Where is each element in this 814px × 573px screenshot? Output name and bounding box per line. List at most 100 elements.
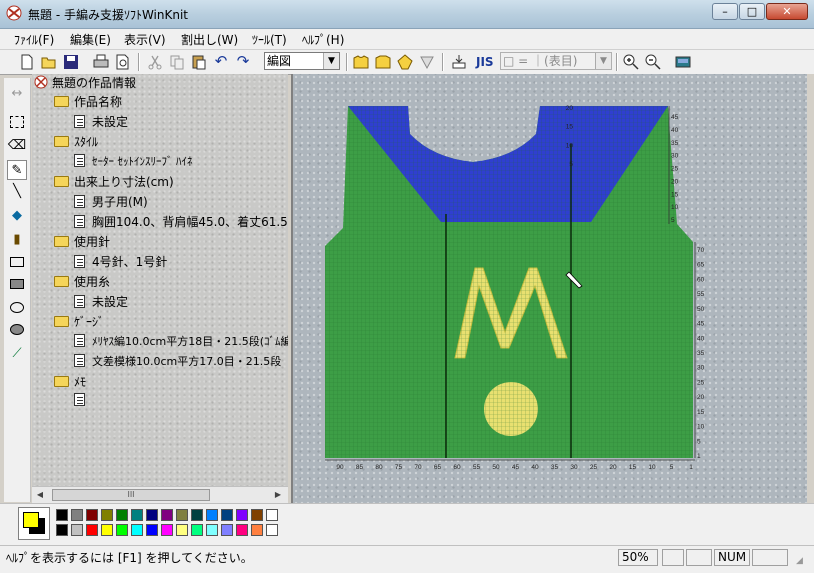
tree-leaf[interactable]: 未設定 [74,293,128,311]
move-arrows-icon[interactable]: ↔ [7,84,27,104]
tree-item-yarn[interactable]: 使用糸 [54,273,110,291]
front-body-icon[interactable] [352,53,370,71]
toolbar: ↶ ↷ 編図 ▼ JIS □ = ｜(表目) ▼ [0,50,814,75]
undo-icon[interactable]: ↶ [212,53,230,71]
minimize-button[interactable]: – [712,3,738,20]
color-swatch[interactable] [206,509,218,521]
color-swatch[interactable] [146,509,158,521]
pencil-icon[interactable]: ✎ [7,160,27,180]
save-icon[interactable] [62,53,80,71]
color-swatch[interactable] [71,524,83,536]
color-swatch[interactable] [176,524,188,536]
color-swatch[interactable] [221,524,233,536]
color-swatch[interactable] [146,524,158,536]
color-swatch[interactable] [116,524,128,536]
color-swatch[interactable] [86,509,98,521]
tree-leaf[interactable]: 4号針、1号針 [74,253,167,271]
color-swatch[interactable] [191,509,203,521]
sweater-pattern-chart[interactable]: 90 85 80 75 70 65 60 55 50 45 40 35 30 25 20 15 10 5 1 454… [293,74,807,503]
open-folder-icon[interactable] [40,53,58,71]
print-icon[interactable] [92,53,110,71]
close-button[interactable]: ✕ [766,3,808,20]
calc-icon[interactable] [450,53,468,71]
tree-item-memo[interactable]: ﾒﾓ [54,373,86,391]
tree-leaf[interactable]: 文差模様10.0cm平方17.0目・21.5段 [74,353,281,371]
menu-help[interactable]: ﾍﾙﾌﾟ(H) [302,31,344,48]
color-swatch[interactable] [176,509,188,521]
filled-rectangle-icon[interactable] [7,274,27,294]
ellipse-icon[interactable] [7,298,27,318]
tree-leaf[interactable]: ｾｰﾀｰ ｾｯﾄｲﾝｽﾘｰﾌﾞ ﾊｲﾈ [74,153,193,171]
color-swatch[interactable] [101,524,113,536]
scroll-left-icon[interactable]: ◀ [34,489,46,501]
color-swatch[interactable] [251,509,263,521]
menu-calculate[interactable]: 割出し(W) [181,31,238,48]
menu-edit[interactable]: 編集(E) [70,31,111,48]
eyedropper-icon[interactable]: ⟋ [7,344,27,364]
color-swatch[interactable] [266,509,278,521]
line-icon[interactable]: ╲ [7,182,27,202]
current-color-indicator[interactable] [18,507,50,540]
tree-leaf[interactable]: 男子用(M) [74,193,148,211]
knit-chart-canvas[interactable]: 90 85 80 75 70 65 60 55 50 45 40 35 30 25 20 15 10 5 1 45 4… [291,74,807,503]
tree-leaf[interactable]: 未設定 [74,113,128,131]
color-swatch[interactable] [221,509,233,521]
redo-icon[interactable]: ↷ [234,53,252,71]
eraser-icon[interactable]: ⌫ [7,136,27,156]
zoom-in-icon[interactable] [622,53,640,71]
tree-leaf[interactable] [74,393,92,411]
brush-icon[interactable]: ▮ [7,230,27,250]
symbol-select[interactable]: □ = ｜(表目) ▼ [500,52,612,70]
scroll-right-icon[interactable]: ▶ [272,489,284,501]
tree-item-size[interactable]: 出来上り寸法(cm) [54,173,174,191]
color-swatch[interactable] [131,509,143,521]
new-file-icon[interactable] [18,53,36,71]
foreground-color-swatch[interactable] [23,512,39,528]
tree-leaf[interactable]: ﾒﾘﾔｽ編10.0cm平方18目・21.5段(ｺﾞﾑ編 [74,333,288,351]
collar-icon[interactable] [418,53,436,71]
tree-item-title[interactable]: 作品名称 [54,93,122,111]
color-swatch[interactable] [206,524,218,536]
tree-leaf[interactable]: 胸囲104.0、背肩幅45.0、着丈61.5、袖丈 [74,213,288,231]
menu-view[interactable]: 表示(V) [124,31,166,48]
resize-grip-icon[interactable]: ◢ [796,556,808,568]
paste-icon[interactable] [190,53,208,71]
copy-icon[interactable] [168,53,186,71]
axis-tick-label: 35 [671,140,679,147]
sleeve-icon[interactable] [396,53,414,71]
color-swatch[interactable] [236,524,248,536]
tree-item-style[interactable]: ｽﾀｲﾙ [54,133,98,151]
tree-item-gauge[interactable]: ｹﾞｰｼﾞ [54,313,104,331]
rectangle-icon[interactable] [7,252,27,272]
menu-tools[interactable]: ﾂｰﾙ(T) [252,31,287,48]
zoom-out-icon[interactable] [644,53,662,71]
color-swatch[interactable] [191,524,203,536]
select-rect-icon[interactable] [7,112,27,132]
color-swatch[interactable] [266,524,278,536]
knit-machine-icon[interactable] [674,53,692,71]
tree-leaf-label: 未設定 [92,115,129,129]
color-swatch[interactable] [161,509,173,521]
filled-ellipse-icon[interactable] [7,320,27,340]
color-swatch[interactable] [56,524,68,536]
back-body-icon[interactable] [374,53,392,71]
maximize-button[interactable]: □ [739,3,765,20]
cut-icon[interactable] [146,53,164,71]
color-swatch[interactable] [161,524,173,536]
color-swatch[interactable] [56,509,68,521]
tree-item-needle[interactable]: 使用針 [54,233,110,251]
color-swatch[interactable] [116,509,128,521]
menu-file[interactable]: ﾌｧｲﾙ(F) [14,31,54,48]
scroll-thumb[interactable]: III [52,489,210,501]
view-select[interactable]: 編図 ▼ [264,52,340,70]
tree-root[interactable]: 無題の作品情報 [34,74,136,92]
tree-horizontal-scrollbar[interactable]: ◀ III ▶ [32,486,288,504]
color-swatch[interactable] [71,509,83,521]
fill-bucket-icon[interactable]: ◆ [7,206,27,226]
print-preview-icon[interactable] [114,53,132,71]
color-swatch[interactable] [236,509,248,521]
color-swatch[interactable] [101,509,113,521]
color-swatch[interactable] [131,524,143,536]
color-swatch[interactable] [86,524,98,536]
color-swatch[interactable] [251,524,263,536]
